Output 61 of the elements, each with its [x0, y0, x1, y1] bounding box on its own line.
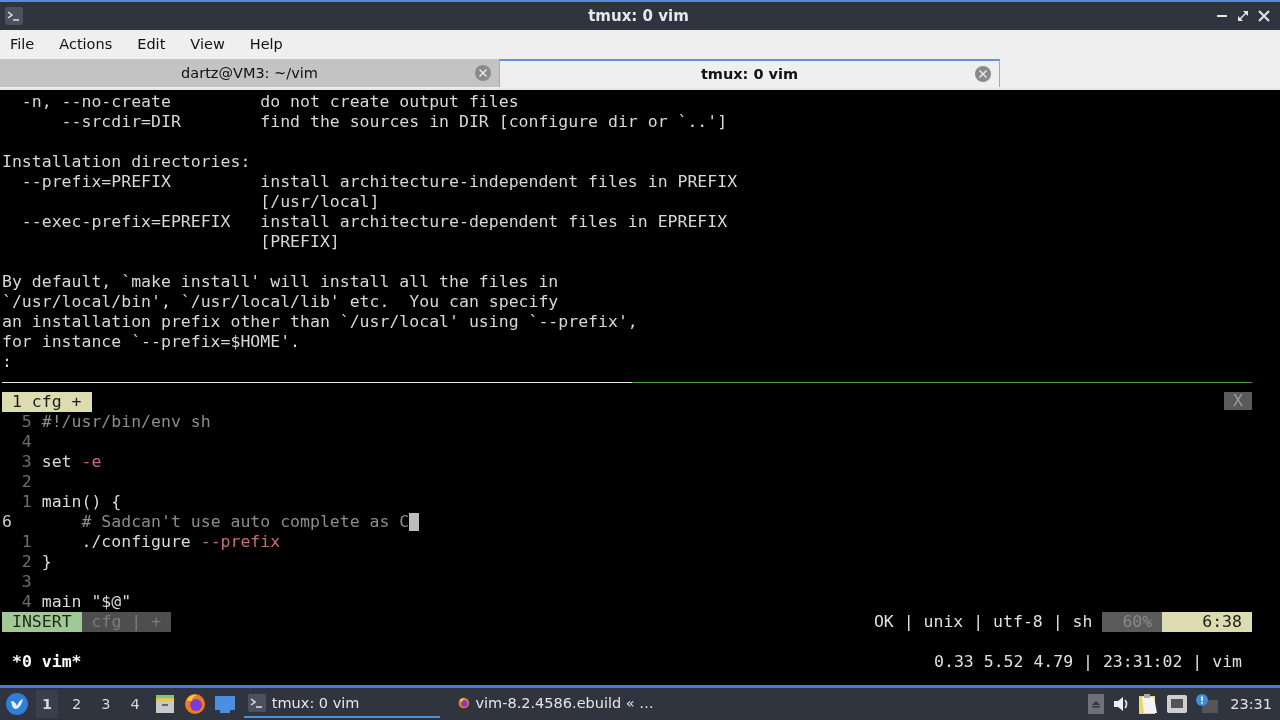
code-text: # Sadcan't use auto complete as C	[80, 512, 410, 532]
terminal-line: --srcdir=DIR find the sources in DIR [configure dir or `..']	[60, 112, 728, 132]
firefox-icon[interactable]	[183, 693, 206, 715]
maximize-icon[interactable]	[1237, 10, 1249, 22]
line-number: 3	[20, 572, 33, 592]
menu-item[interactable]: File	[10, 36, 35, 52]
desktop-icon[interactable]	[213, 693, 236, 715]
terminal-line: By default, `make install' will install all the files in	[2, 272, 559, 292]
menu-item[interactable]: Edit	[137, 36, 166, 52]
line-number: 1	[20, 532, 33, 552]
clipboard-icon[interactable]	[1138, 693, 1159, 715]
notification-icon[interactable]	[1196, 694, 1219, 714]
line-number: 6	[2, 512, 13, 532]
code-text: main "$@"	[41, 592, 132, 612]
line-number: 2	[20, 552, 33, 572]
window-title: tmux: 0 vim	[587, 7, 690, 25]
code-text: main() {	[41, 492, 122, 512]
workspace-button[interactable]: 1	[36, 690, 59, 718]
close-icon[interactable]	[1258, 10, 1270, 22]
terminal-line: -n, --no-create do not create output files	[20, 92, 519, 112]
terminal-line: :	[2, 352, 12, 372]
terminal-icon	[247, 694, 266, 712]
line-number: 2	[20, 472, 33, 492]
file-info: OK | unix | utf-8 | sh	[873, 612, 1094, 632]
code-text: #!/usr/bin/env sh	[41, 412, 211, 432]
terminal-line: for instance `--prefix=$HOME'.	[2, 332, 300, 352]
terminal-line: [PREFIX]	[259, 232, 340, 252]
clock[interactable]: 23:31	[1230, 696, 1272, 712]
workspace-button[interactable]: 4	[124, 690, 146, 718]
menu-item[interactable]: Actions	[59, 36, 113, 52]
tmux-status: 0.33 5.52 4.79 | 23:31:02 | vim	[934, 652, 1243, 672]
tab[interactable]: tmux: 0 vim	[500, 59, 1000, 87]
code-text: ./configure	[80, 532, 192, 552]
code-text: }	[41, 552, 52, 572]
code-text: set	[41, 452, 73, 472]
cursor-position: 6:38	[1162, 612, 1252, 632]
terminal-line: [/usr/local]	[259, 192, 380, 212]
code-text: -e	[81, 452, 102, 472]
menu-item[interactable]: View	[190, 36, 225, 52]
terminal-line: an installation prefix other than `/usr/local' using `--prefix',	[2, 312, 638, 332]
vim-tab[interactable]: 1 cfg +	[2, 392, 92, 412]
terminal-icon	[5, 7, 23, 25]
terminal-line: Installation directories:	[2, 152, 251, 172]
line-number: 4	[20, 432, 33, 452]
tmux-window[interactable]: *0 vim*	[2, 652, 82, 672]
line-number: 1	[20, 492, 33, 512]
line-number: 3	[20, 452, 33, 472]
taskbar-button[interactable]: tmux: 0 vim	[243, 690, 440, 718]
workspace-button[interactable]: 3	[95, 690, 117, 718]
terminal-line: --exec-prefix=EPREFIX install architecture-dependent files in EPREFIX	[20, 212, 728, 232]
workspace-button[interactable]: 2	[66, 690, 88, 718]
code-text: --prefix	[200, 532, 281, 552]
menu-item[interactable]: Help	[249, 36, 283, 52]
file-cabinet-icon[interactable]	[153, 693, 176, 715]
line-number: 4	[20, 592, 33, 612]
line-number: 5	[20, 412, 33, 432]
taskbar-button[interactable]: vim-8.2.4586.ebuild « …	[447, 690, 658, 718]
tab[interactable]: dartz@VM3: ~/vim	[0, 59, 500, 87]
terminal-line: `/usr/local/bin', `/usr/local/lib' etc. You can specify	[2, 292, 559, 312]
mode-indicator: INSERT	[2, 612, 82, 632]
terminal-line: --prefix=PREFIX install architecture-independent files in PREFIX	[20, 172, 738, 192]
